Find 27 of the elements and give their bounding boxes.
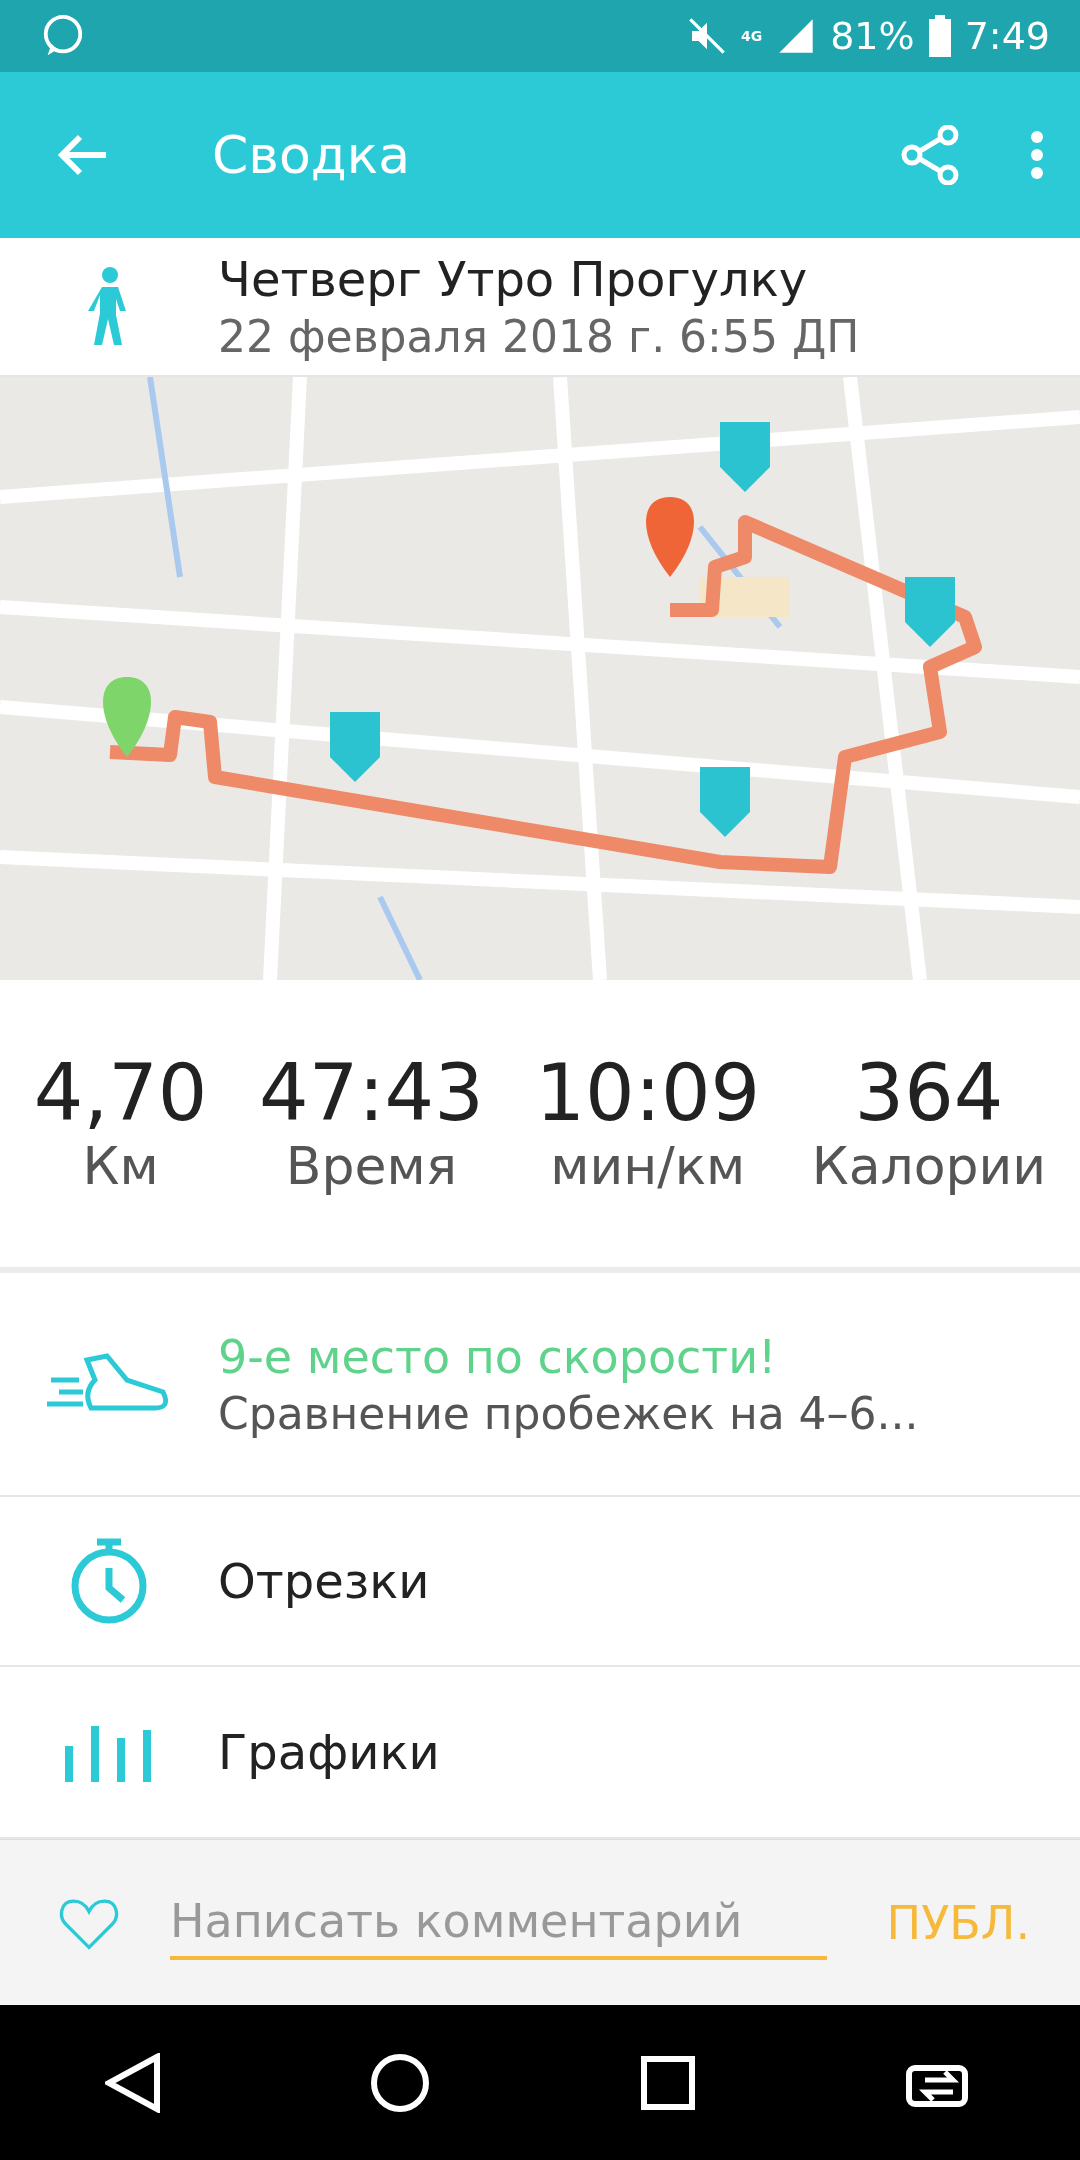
mute-icon (686, 16, 727, 56)
ranking-subtitle: Сравнение пробежек на 4–6... (218, 1387, 919, 1439)
battery-percent: 81% (830, 14, 915, 58)
network-type: 4G (740, 28, 763, 44)
battery-icon (928, 15, 951, 57)
stat-value: 10:09 (535, 1050, 761, 1137)
stat-value: 364 (854, 1050, 1004, 1137)
back-nav-icon[interactable] (104, 2052, 161, 2113)
menu-row[interactable]: Отрезки (0, 1497, 1080, 1667)
activity-date: 22 февраля 2018 г. 6:55 ДП (218, 311, 860, 362)
row-title: Графики (218, 1724, 440, 1780)
activity-title: Четверг Утро Прогулку (218, 251, 809, 307)
row-title: Отрезки (218, 1553, 430, 1609)
comment-field[interactable]: Написать комментарий (170, 1885, 827, 1960)
stat-value: 47:43 (259, 1050, 484, 1137)
stat-label: Время (285, 1136, 457, 1197)
stat-label: мин/км (550, 1136, 746, 1197)
recents-nav-icon[interactable] (639, 2054, 696, 2111)
home-nav-icon[interactable] (370, 2052, 431, 2113)
stat-value: 4,70 (33, 1050, 208, 1137)
clock-time: 7:49 (964, 14, 1050, 58)
stat-label: Калории (811, 1136, 1047, 1197)
stat-label: Км (82, 1136, 159, 1197)
ranking-title: 9-е место по скорости! (218, 1329, 778, 1384)
ranking-row[interactable]: 9-е место по скорости! Сравнение пробежек на 4–6... (0, 1273, 1080, 1497)
screen-title: Сводка (212, 125, 411, 185)
stopwatch-icon (69, 1536, 149, 1626)
